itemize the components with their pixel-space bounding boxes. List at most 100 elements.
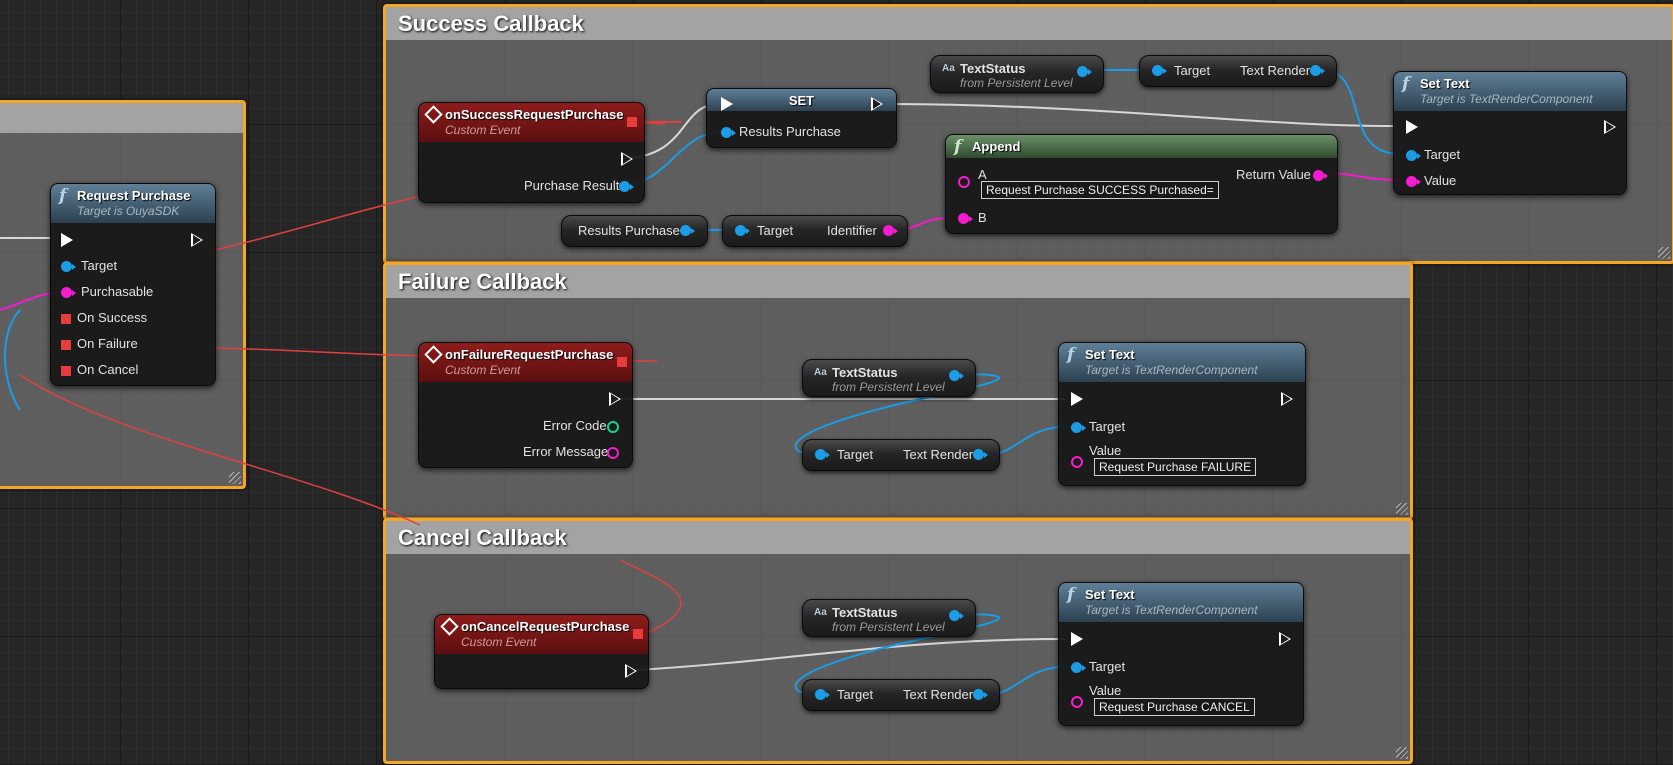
exec-in-pin[interactable]	[1406, 120, 1418, 134]
exec-in-pin[interactable]	[1071, 392, 1083, 406]
pin-label: Text Render	[903, 687, 974, 702]
exec-out-pin[interactable]	[191, 233, 203, 247]
pin-label: Target	[81, 258, 118, 273]
pin-label: Identifier	[827, 223, 877, 238]
b-pin[interactable]	[958, 213, 973, 224]
delegate-pin[interactable]	[617, 357, 627, 367]
node-subtitle: Custom Event	[445, 363, 521, 377]
pin-label: B	[978, 210, 987, 225]
identifier-out-pin[interactable]	[883, 225, 898, 236]
return-value-pin[interactable]	[1313, 170, 1328, 181]
variable-icon: Aa	[942, 63, 955, 74]
exec-out-pin[interactable]	[1281, 392, 1293, 406]
resize-handle[interactable]	[1396, 747, 1408, 759]
value-pin[interactable]	[1406, 176, 1421, 187]
exec-in-pin[interactable]	[61, 233, 73, 247]
exec-out-pin[interactable]	[871, 97, 883, 111]
purchase-result-pin[interactable]	[619, 181, 634, 192]
event-icon	[440, 617, 459, 636]
exec-out-pin[interactable]	[1279, 632, 1291, 646]
exec-out-pin[interactable]	[625, 664, 637, 678]
value-field[interactable]: Request Purchase FAILURE	[1094, 458, 1257, 476]
pin-label: Error Message	[523, 444, 609, 459]
text-render-out-pin[interactable]	[973, 449, 988, 460]
resize-handle[interactable]	[1658, 247, 1670, 259]
value-field[interactable]: Request Purchase CANCEL	[1094, 698, 1255, 716]
text-status-out-pin[interactable]	[949, 610, 964, 621]
target-pin[interactable]	[1071, 662, 1086, 673]
exec-in-pin[interactable]	[721, 97, 733, 111]
variable-icon: Aa	[814, 607, 827, 618]
resize-handle[interactable]	[1396, 503, 1408, 515]
pin-label: A	[978, 167, 987, 182]
resize-handle[interactable]	[229, 472, 241, 484]
pin-label: Target	[1424, 147, 1461, 162]
pin-label: On Cancel	[77, 362, 139, 377]
node-subtitle: Target is OuyaSDK	[77, 204, 180, 218]
text-render-getter-node[interactable]: Target Text Render	[1139, 55, 1337, 87]
failure-set-text-node[interactable]: f Set Text Target is TextRenderComponent…	[1058, 342, 1306, 486]
function-icon: f	[1067, 585, 1075, 605]
cancel-text-render-getter-node[interactable]: Target Text Render	[802, 679, 1000, 711]
text-status-variable-node[interactable]: Aa TextStatus from Persistent Level	[930, 55, 1104, 93]
node-title: onFailureRequestPurchase	[445, 347, 614, 362]
success-set-text-node[interactable]: f Set Text Target is TextRenderComponent…	[1393, 71, 1627, 195]
cancel-text-status-variable-node[interactable]: Aa TextStatus from Persistent Level	[802, 599, 976, 637]
error-message-pin[interactable]	[607, 447, 619, 459]
exec-out-pin[interactable]	[1604, 120, 1616, 134]
on-cancel-event-node[interactable]: onCancelRequestPurchase Custom Event	[434, 614, 649, 689]
exec-in-pin[interactable]	[1071, 632, 1083, 646]
function-icon: f	[954, 137, 962, 157]
value-pin[interactable]	[1071, 696, 1083, 708]
node-subtitle: Target is TextRenderComponent	[1085, 603, 1258, 617]
pin-label: Target	[1089, 659, 1126, 674]
on-failure-event-node[interactable]: onFailureRequestPurchase Custom Event Er…	[418, 342, 633, 468]
text-render-out-pin[interactable]	[1310, 65, 1325, 76]
text-status-out-pin[interactable]	[1077, 66, 1092, 77]
failure-text-status-variable-node[interactable]: Aa TextStatus from Persistent Level	[802, 359, 976, 397]
cancel-set-text-node[interactable]: f Set Text Target is TextRenderComponent…	[1058, 582, 1304, 726]
target-pin[interactable]	[815, 689, 830, 700]
identifier-getter-node[interactable]: Target Identifier	[722, 215, 908, 247]
variable-subtitle: from Persistent Level	[832, 380, 945, 394]
text-render-out-pin[interactable]	[973, 689, 988, 700]
target-pin[interactable]	[1406, 150, 1421, 161]
pin-label: Results Purchase	[739, 124, 841, 139]
delegate-pin[interactable]	[627, 117, 637, 127]
pin-label: Target	[757, 223, 794, 238]
node-title: Set Text	[1420, 76, 1470, 91]
results-purchase-out-pin[interactable]	[680, 225, 695, 236]
comment-title: Cancel Callback	[386, 521, 1410, 554]
a-pin[interactable]	[958, 176, 970, 188]
set-results-purchase-node[interactable]: SET Results Purchase	[706, 88, 897, 148]
on-failure-pin[interactable]	[61, 340, 71, 350]
node-subtitle: Target is TextRenderComponent	[1420, 92, 1593, 106]
error-code-pin[interactable]	[607, 421, 619, 433]
results-purchase-variable-node[interactable]: Results Purchase	[561, 215, 708, 247]
purchasable-pin[interactable]	[61, 287, 76, 298]
results-purchase-pin[interactable]	[721, 127, 736, 138]
variable-title: TextStatus	[832, 365, 898, 380]
exec-out-pin[interactable]	[609, 392, 621, 406]
target-pin[interactable]	[815, 449, 830, 460]
target-pin[interactable]	[61, 261, 76, 272]
append-node[interactable]: f Append A Request Purchase SUCCESS Purc…	[945, 134, 1338, 234]
exec-out-pin[interactable]	[621, 152, 633, 166]
target-pin[interactable]	[1152, 65, 1167, 76]
a-value-field[interactable]: Request Purchase SUCCESS Purchased=	[981, 181, 1219, 199]
target-pin[interactable]	[735, 225, 750, 236]
text-status-out-pin[interactable]	[949, 370, 964, 381]
target-pin[interactable]	[1071, 422, 1086, 433]
request-purchase-node[interactable]: f Request Purchase Target is OuyaSDK Tar…	[50, 183, 216, 386]
value-pin[interactable]	[1071, 456, 1083, 468]
node-subtitle: Custom Event	[461, 635, 537, 649]
comment-title: Failure Callback	[386, 265, 1410, 298]
pin-label: Text Render	[903, 447, 974, 462]
variable-subtitle: from Persistent Level	[960, 76, 1073, 90]
on-cancel-pin[interactable]	[61, 366, 71, 376]
failure-text-render-getter-node[interactable]: Target Text Render	[802, 439, 1000, 471]
delegate-pin[interactable]	[633, 629, 643, 639]
pin-label: Value	[1089, 443, 1122, 458]
on-success-event-node[interactable]: onSuccessRequestPurchase Custom Event Pu…	[418, 102, 645, 203]
on-success-pin[interactable]	[61, 314, 71, 324]
